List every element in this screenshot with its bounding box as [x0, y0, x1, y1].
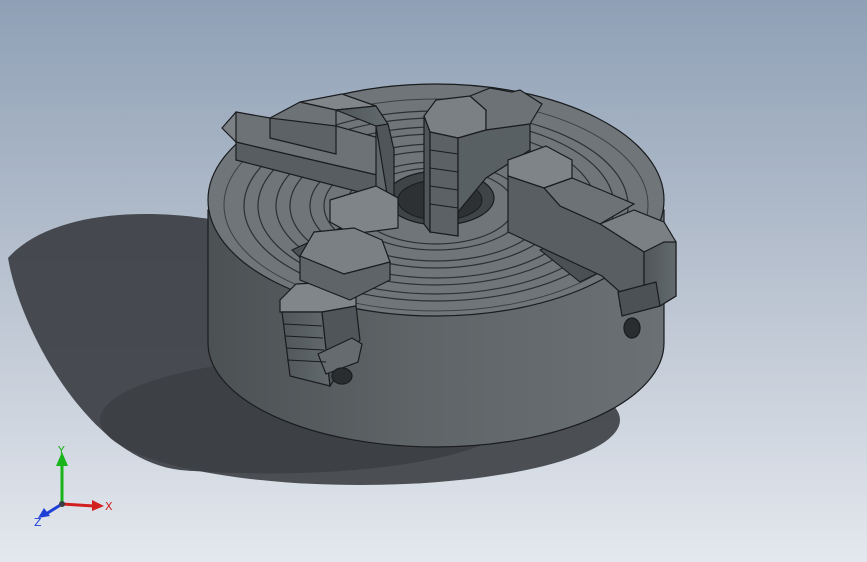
model-view[interactable]	[0, 0, 867, 562]
triad-origin	[59, 501, 65, 507]
x-axis-label: X	[105, 500, 113, 513]
x-axis	[61, 502, 95, 508]
x-axis-arrow	[92, 500, 104, 511]
z-axis-label: Z	[34, 516, 42, 528]
graphics-viewport[interactable]: Y X Z	[0, 0, 867, 562]
y-axis-label: Y	[57, 444, 65, 457]
reference-triad[interactable]: Y X Z	[34, 444, 118, 528]
